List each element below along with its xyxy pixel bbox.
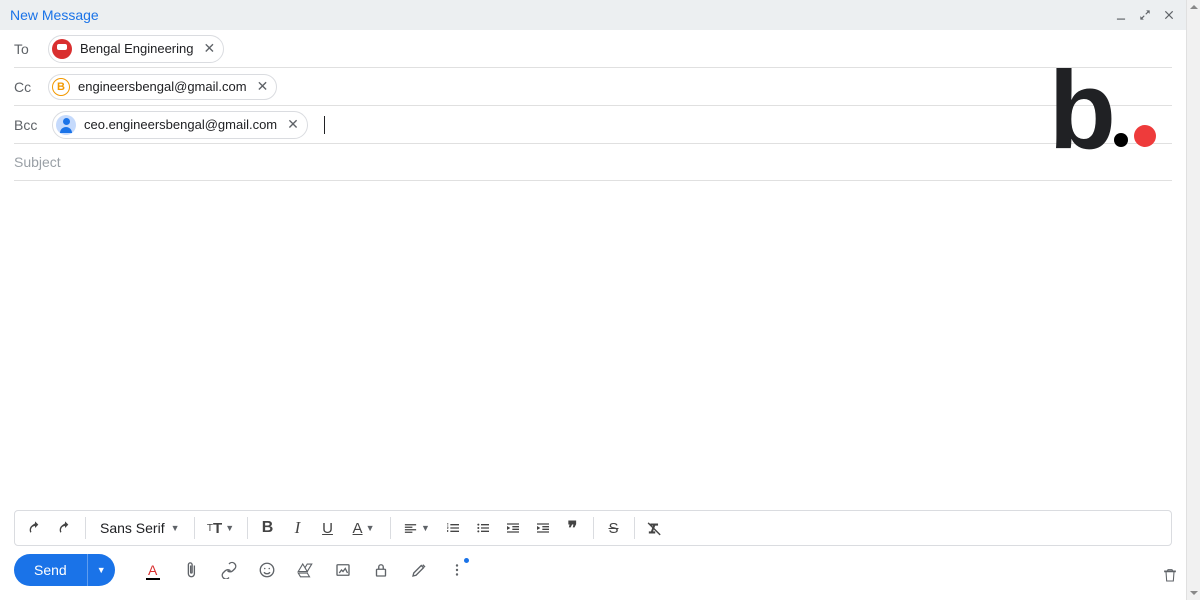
subject-row[interactable]	[14, 144, 1172, 181]
bcc-row[interactable]: Bcc ceo.engineersbengal@gmail.com ✕	[14, 106, 1172, 144]
contact-avatar-icon	[56, 115, 76, 135]
chevron-down-icon: ▼	[171, 523, 180, 533]
send-group: Send ▼	[14, 554, 115, 586]
bottom-bar: Send ▼ A	[0, 554, 1186, 600]
discard-draft-button[interactable]	[1162, 566, 1178, 584]
bulleted-list-button[interactable]	[469, 514, 497, 542]
undo-button[interactable]	[21, 514, 49, 542]
scrollbar[interactable]	[1186, 0, 1200, 600]
compose-title: New Message	[10, 7, 99, 23]
insert-link-button[interactable]	[213, 554, 245, 586]
font-name: Sans Serif	[100, 520, 165, 536]
to-chip[interactable]: Bengal Engineering ✕	[48, 35, 224, 63]
redo-button[interactable]	[51, 514, 79, 542]
remove-chip-icon[interactable]: ✕	[287, 116, 299, 133]
align-button[interactable]: ▼	[397, 514, 437, 542]
message-body[interactable]	[0, 181, 1186, 510]
contact-avatar-icon: B	[52, 78, 70, 96]
font-picker[interactable]: Sans Serif ▼	[92, 520, 188, 536]
underline-button[interactable]: U	[314, 514, 342, 542]
more-options-button[interactable]	[441, 554, 473, 586]
exit-fullscreen-icon[interactable]	[1138, 8, 1152, 22]
quote-button[interactable]: ❞	[559, 514, 587, 542]
cc-label: Cc	[14, 79, 38, 95]
to-row[interactable]: To Bengal Engineering ✕	[14, 30, 1172, 68]
indent-less-button[interactable]	[499, 514, 527, 542]
notification-dot-icon	[464, 558, 469, 563]
remove-formatting-button[interactable]	[641, 514, 669, 542]
numbered-list-button[interactable]	[439, 514, 467, 542]
subject-input[interactable]	[14, 154, 1172, 170]
remove-chip-icon[interactable]: ✕	[257, 78, 269, 95]
confidential-mode-button[interactable]	[365, 554, 397, 586]
minimize-icon[interactable]	[1114, 8, 1128, 22]
font-size-button[interactable]: TT▼	[201, 514, 241, 542]
insert-drive-button[interactable]	[289, 554, 321, 586]
to-label: To	[14, 41, 38, 57]
text-cursor	[324, 116, 325, 134]
chip-text: engineersbengal@gmail.com	[78, 79, 247, 94]
send-button[interactable]: Send	[14, 554, 87, 586]
formatting-options-button[interactable]: A	[137, 554, 169, 586]
remove-chip-icon[interactable]: ✕	[203, 40, 215, 57]
italic-button[interactable]: I	[284, 514, 312, 542]
send-options-button[interactable]: ▼	[87, 554, 115, 586]
attach-file-button[interactable]	[175, 554, 207, 586]
bcc-chip[interactable]: ceo.engineersbengal@gmail.com ✕	[52, 111, 308, 139]
indent-more-button[interactable]	[529, 514, 557, 542]
chip-text: ceo.engineersbengal@gmail.com	[84, 117, 277, 132]
insert-emoji-button[interactable]	[251, 554, 283, 586]
bcc-label: Bcc	[14, 117, 42, 133]
cc-chip[interactable]: B engineersbengal@gmail.com ✕	[48, 74, 277, 100]
format-toolbar: Sans Serif ▼ TT▼ B I U A▼ ▼ ❞ S	[14, 510, 1172, 546]
compose-header: New Message	[0, 0, 1186, 30]
bold-button[interactable]: B	[254, 514, 282, 542]
strikethrough-button[interactable]: S	[600, 514, 628, 542]
insert-signature-button[interactable]	[403, 554, 435, 586]
text-color-button[interactable]: A▼	[344, 514, 384, 542]
scroll-down-icon[interactable]	[1187, 586, 1200, 600]
scroll-up-icon[interactable]	[1187, 0, 1200, 14]
insert-photo-button[interactable]	[327, 554, 359, 586]
chip-text: Bengal Engineering	[80, 41, 193, 56]
contact-avatar-icon	[52, 39, 72, 59]
cc-row[interactable]: Cc B engineersbengal@gmail.com ✕	[14, 68, 1172, 106]
close-icon[interactable]	[1162, 8, 1176, 22]
